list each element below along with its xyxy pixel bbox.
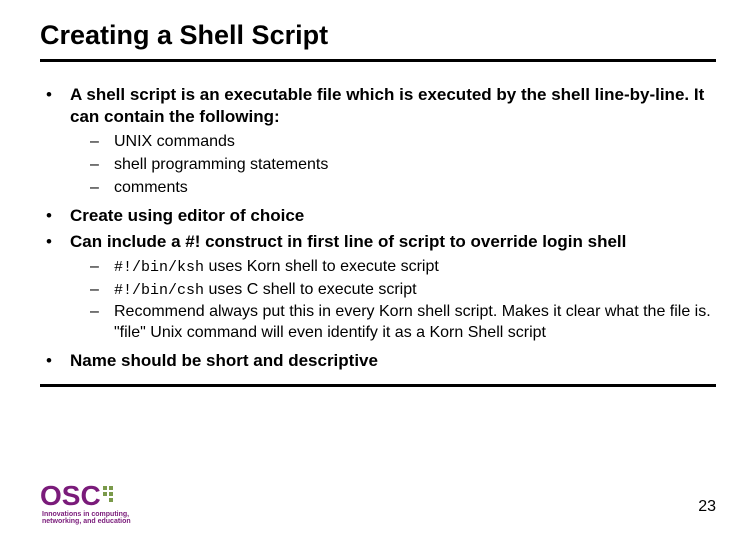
sub-bullet: –Recommend always put this in every Korn… — [90, 302, 716, 344]
sub-rest: uses C shell to execute script — [204, 281, 417, 298]
sub-text: #!/bin/ksh uses Korn shell to execute sc… — [114, 257, 716, 278]
bullet-text: Name should be short and descriptive — [70, 350, 716, 372]
slide: Creating a Shell Script • A shell script… — [0, 0, 756, 372]
title-underline — [40, 59, 716, 62]
sub-bullet: –#!/bin/ksh uses Korn shell to execute s… — [90, 257, 716, 278]
sub-bullet: –shell programming statements — [90, 155, 716, 176]
bullet-text: Create using editor of choice — [70, 205, 716, 227]
osc-logo: OSC — [40, 482, 131, 510]
code-path: #!/bin/ksh — [114, 259, 204, 276]
logo-text: OSC — [40, 482, 101, 510]
footer: OSC Innovations in computing, networking… — [40, 482, 131, 526]
sub-rest: uses Korn shell to execute script — [204, 258, 439, 275]
sub-text: shell programming statements — [114, 155, 716, 176]
bullet-icon: • — [40, 84, 70, 128]
sub-bullet: –UNIX commands — [90, 132, 716, 153]
bullet-2: • Create using editor of choice — [40, 205, 716, 227]
slide-body: • A shell script is an executable file w… — [40, 84, 716, 372]
dash-icon: – — [90, 132, 114, 153]
bullet-3: • Can include a #! construct in first li… — [40, 231, 716, 253]
dash-icon: – — [90, 302, 114, 344]
dash-icon: – — [90, 257, 114, 278]
sub-text: #!/bin/csh uses C shell to execute scrip… — [114, 280, 716, 301]
bullet-1: • A shell script is an executable file w… — [40, 84, 716, 128]
sub-bullet: –#!/bin/csh uses C shell to execute scri… — [90, 280, 716, 301]
dash-icon: – — [90, 178, 114, 199]
tagline-line1: Innovations in computing, — [42, 511, 129, 518]
sub-text: comments — [114, 178, 716, 199]
bullet-icon: • — [40, 231, 70, 253]
bullet-text: Can include a #! construct in first line… — [70, 231, 716, 253]
page-number: 23 — [698, 498, 716, 516]
sub-bullet: –comments — [90, 178, 716, 199]
bullet-4: • Name should be short and descriptive — [40, 350, 716, 372]
slide-title: Creating a Shell Script — [40, 20, 716, 51]
footer-rule — [40, 384, 716, 387]
bullet-text: A shell script is an executable file whi… — [70, 84, 716, 128]
bullet-icon: • — [40, 350, 70, 372]
bullet-icon: • — [40, 205, 70, 227]
logo-dots-icon — [103, 482, 117, 510]
tagline-line2: networking, and education — [42, 518, 131, 525]
code-path: #!/bin/csh — [114, 282, 204, 299]
sub-text: Recommend always put this in every Korn … — [114, 302, 716, 344]
sub-text: UNIX commands — [114, 132, 716, 153]
dash-icon: – — [90, 155, 114, 176]
logo-tagline: Innovations in computing, networking, an… — [42, 511, 131, 526]
dash-icon: – — [90, 280, 114, 301]
